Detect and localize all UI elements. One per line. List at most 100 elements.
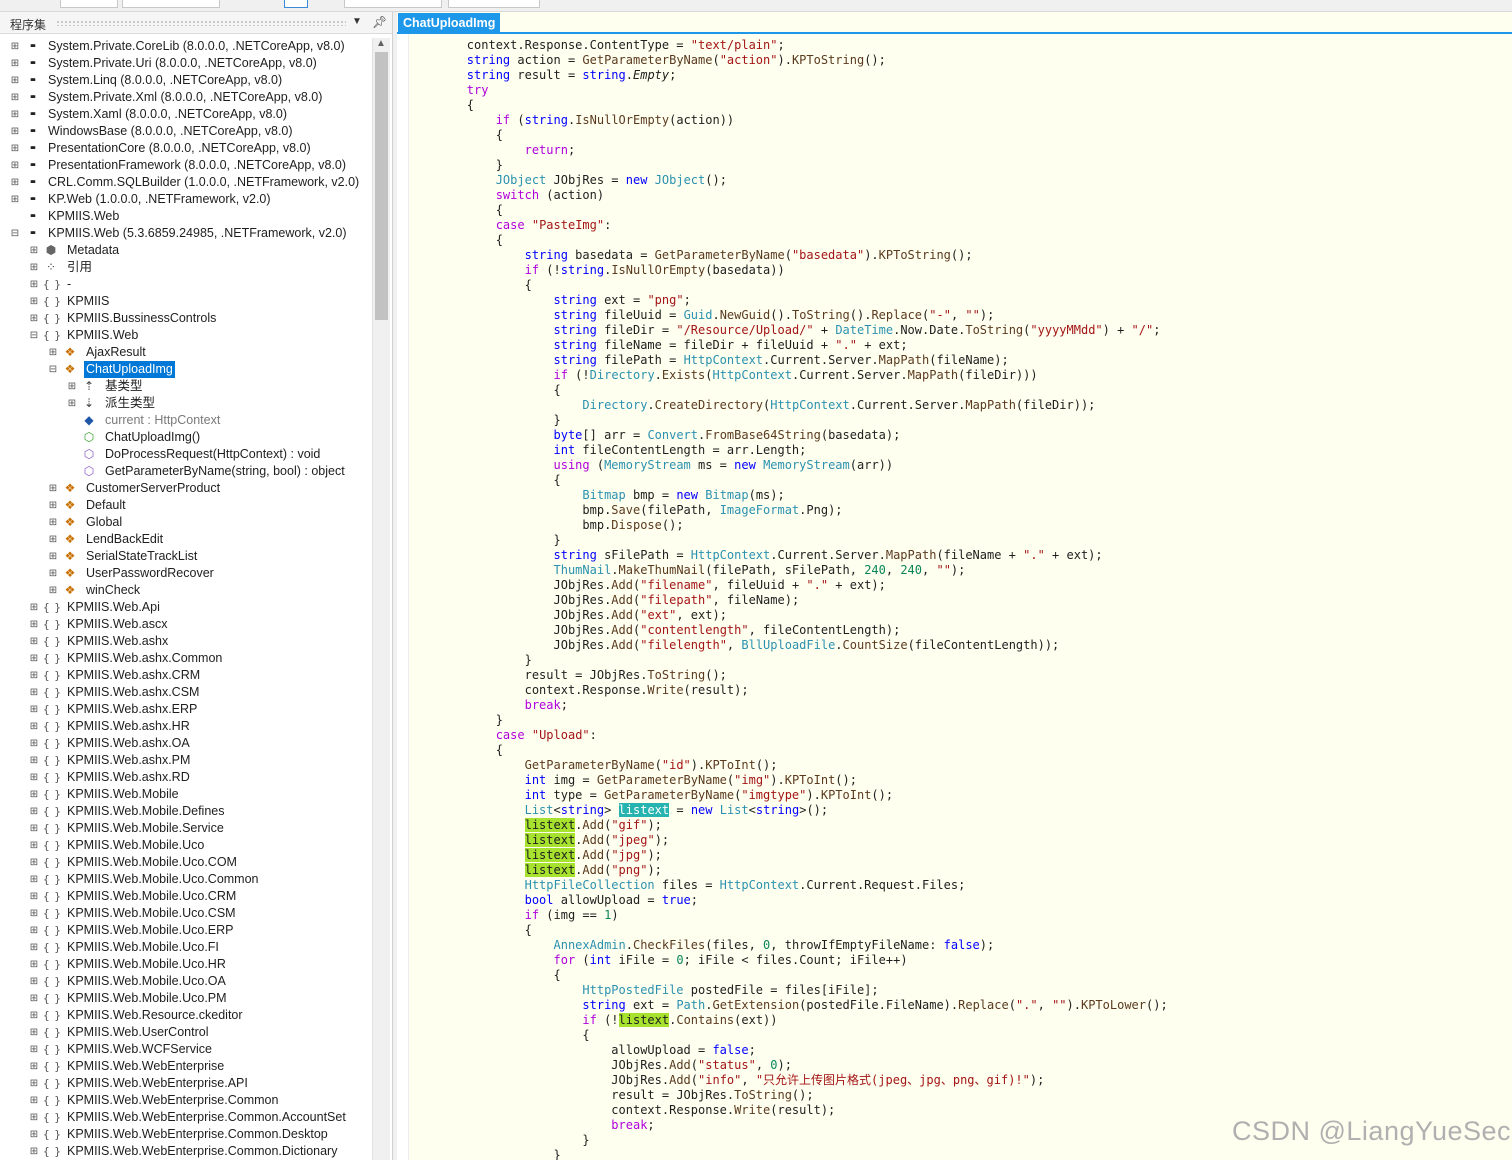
tree-item[interactable]: ⊞ { } KPMIIS.Web.ashx (0, 633, 372, 650)
expand-icon[interactable]: ⊞ (48, 514, 58, 531)
expand-icon[interactable]: ⊞ (29, 650, 39, 667)
tree-item[interactable]: ⊞ ▪▪ KP.Web (1.0.0.0, .NETFramework, v2.0) (0, 191, 372, 208)
expand-icon[interactable]: ⊞ (48, 548, 58, 565)
expand-icon[interactable]: ⊞ (29, 922, 39, 939)
expand-icon[interactable]: ⊞ (67, 378, 77, 395)
expand-icon[interactable]: ⊞ (29, 633, 39, 650)
tree-item[interactable]: ⊞ { } KPMIIS (0, 293, 372, 310)
expand-icon[interactable]: ⊞ (29, 1041, 39, 1058)
tree-item[interactable]: ⊞ { } KPMIIS.Web.ashx.ERP (0, 701, 372, 718)
expand-icon[interactable]: ⊞ (67, 395, 77, 412)
tree-item[interactable]: ⊞ { } KPMIIS.Web.WebEnterprise.Common.Dict… (0, 1143, 372, 1160)
tree-item[interactable]: ⊞ { } KPMIIS.Web.WebEnterprise (0, 1058, 372, 1075)
tree-item[interactable]: ⊞ { } KPMIIS.Web.ashx.RD (0, 769, 372, 786)
expand-icon[interactable]: ⊞ (10, 106, 20, 123)
expand-icon[interactable]: ⊞ (29, 310, 39, 327)
expand-icon[interactable]: ⊞ (29, 837, 39, 854)
expand-icon[interactable]: ⊞ (10, 157, 20, 174)
toolbar-control[interactable] (284, 0, 308, 8)
tree-item[interactable]: ⊞ { } KPMIIS.Web.Api (0, 599, 372, 616)
expand-icon[interactable]: ⊞ (29, 599, 39, 616)
tree-item[interactable]: ◆ current : HttpContext (0, 412, 372, 429)
collapse-icon[interactable]: ⊟ (48, 361, 58, 378)
expand-icon[interactable]: ⊞ (29, 276, 39, 293)
tree-item[interactable]: ⊞ ❖ Global (0, 514, 372, 531)
tree-item[interactable]: ⊞ ▪▪ CRL.Comm.SQLBuilder (1.0.0.0, .NETFra… (0, 174, 372, 191)
expand-icon[interactable]: ⊞ (48, 582, 58, 599)
tree-item[interactable]: ⊞ { } KPMIIS.Web.ashx.HR (0, 718, 372, 735)
pin-icon[interactable]: 📌︎ (372, 15, 387, 29)
expand-icon[interactable]: ⊞ (48, 480, 58, 497)
expand-icon[interactable]: ⊞ (48, 344, 58, 361)
expand-icon[interactable]: ⊞ (29, 956, 39, 973)
collapse-icon[interactable]: ⊟ (10, 225, 20, 242)
scroll-up-icon[interactable]: ▲ (376, 38, 386, 49)
tree-item[interactable]: ⊞ ▪▪ PresentationCore (8.0.0.0, .NETCoreAp… (0, 140, 372, 157)
expand-icon[interactable]: ⊞ (10, 191, 20, 208)
tree-item[interactable]: ⊞ ❖ UserPasswordRecover (0, 565, 372, 582)
tree-item[interactable]: ⊞ ▪▪ System.Private.Uri (8.0.0.0, .NETCore… (0, 55, 372, 72)
tree-item[interactable]: ⊞ { } KPMIIS.Web.Mobile.Uco.CRM (0, 888, 372, 905)
toolbar-control[interactable] (60, 0, 118, 8)
tree-item[interactable]: ⊞ { } KPMIIS.Web.WebEnterprise.API (0, 1075, 372, 1092)
tree-item[interactable]: ⊞ { } KPMIIS.Web.Mobile.Uco.COM (0, 854, 372, 871)
expand-icon[interactable]: ⊞ (29, 871, 39, 888)
tree-item[interactable]: ⊞ ▪▪ WindowsBase (8.0.0.0, .NETCoreApp, v8… (0, 123, 372, 140)
expand-icon[interactable]: ⊞ (29, 684, 39, 701)
tree-item[interactable]: ⊞ { } KPMIIS.Web.ashx.CSM (0, 684, 372, 701)
expand-icon[interactable]: ⊞ (29, 990, 39, 1007)
tree-item[interactable]: ⬡ GetParameterByName(string, bool) : obje… (0, 463, 372, 480)
tree-item[interactable]: ⊞ { } KPMIIS.Web.Mobile (0, 786, 372, 803)
scrollbar-thumb[interactable] (375, 52, 388, 320)
expand-icon[interactable]: ⊞ (29, 905, 39, 922)
expand-icon[interactable]: ⊞ (10, 55, 20, 72)
tree-item[interactable]: ⊞ { } KPMIIS.Web.Mobile.Uco.Common (0, 871, 372, 888)
tree-item[interactable]: ⊞ ❖ winCheck (0, 582, 372, 599)
tree-item[interactable]: ⊟ { } KPMIIS.Web (0, 327, 372, 344)
expand-icon[interactable]: ⊞ (29, 1007, 39, 1024)
expand-icon[interactable]: ⊞ (29, 939, 39, 956)
tree-item[interactable]: ⊞ { } KPMIIS.Web.WebEnterprise.Common.Acco… (0, 1109, 372, 1126)
expand-icon[interactable]: ⊞ (29, 752, 39, 769)
toolbar-control[interactable] (448, 0, 540, 8)
tree-item[interactable]: ⊞ { } KPMIIS.Web.Mobile.Uco.FI (0, 939, 372, 956)
expand-icon[interactable]: ⊞ (29, 735, 39, 752)
tree-item[interactable]: ⊞ { } KPMIIS.BussinessControls (0, 310, 372, 327)
expand-icon[interactable]: ⊞ (10, 38, 20, 55)
expand-icon[interactable]: ⊞ (29, 667, 39, 684)
tree-item[interactable]: ⊞ { } KPMIIS.Web.Resource.ckeditor (0, 1007, 372, 1024)
tree-item[interactable]: ⊞ ❖ CustomerServerProduct (0, 480, 372, 497)
tree-item[interactable]: ⊞ ⬢ Metadata (0, 242, 372, 259)
tree-item[interactable]: ⊞ ▪▪ System.Linq (8.0.0.0, .NETCoreApp, v8… (0, 72, 372, 89)
tree-item[interactable]: ⬡ ChatUploadImg() (0, 429, 372, 446)
expand-icon[interactable]: ⊞ (10, 174, 20, 191)
tree-item[interactable]: ⊞ ⇣ 派生类型 (0, 395, 372, 412)
chevron-down-icon[interactable]: ▼ (352, 16, 362, 27)
tree-item[interactable]: ⊞ { } KPMIIS.Web.ashx.OA (0, 735, 372, 752)
expand-icon[interactable]: ⊞ (29, 1126, 39, 1143)
expand-icon[interactable]: ⊞ (29, 1092, 39, 1109)
tree-item[interactable]: ⊞ ▪▪ System.Private.Xml (8.0.0.0, .NETCore… (0, 89, 372, 106)
expand-icon[interactable]: ⊞ (10, 140, 20, 157)
expand-icon[interactable]: ⊞ (48, 497, 58, 514)
tree-item[interactable]: ⊞ ❖ LendBackEdit (0, 531, 372, 548)
tab-chatuploadimg[interactable]: ChatUploadImg (398, 13, 501, 33)
tree-item[interactable]: ⬡ DoProcessRequest(HttpContext) : void (0, 446, 372, 463)
expand-icon[interactable]: ⊞ (29, 1109, 39, 1126)
tree-item[interactable]: ⊞ ⇡ 基类型 (0, 378, 372, 395)
expand-icon[interactable]: ⊞ (29, 242, 39, 259)
tree-item[interactable]: ⊞ ❖ Default (0, 497, 372, 514)
tree-item[interactable]: ⊞ { } KPMIIS.Web.Mobile.Defines (0, 803, 372, 820)
tree-item[interactable]: ⊞ ❖ AjaxResult (0, 344, 372, 361)
tree-item[interactable]: ⊞ { } KPMIIS.Web.ashx.PM (0, 752, 372, 769)
toolbar-control[interactable] (344, 0, 442, 8)
tree-item[interactable]: ⊞ { } KPMIIS.Web.WebEnterprise.Common.Desk… (0, 1126, 372, 1143)
expand-icon[interactable]: ⊞ (29, 769, 39, 786)
tree-scrollbar[interactable]: ▲ (372, 38, 390, 1160)
expand-icon[interactable]: ⊞ (10, 89, 20, 106)
expand-icon[interactable]: ⊞ (10, 72, 20, 89)
tree-item[interactable]: ⊞ { } KPMIIS.Web.Mobile.Uco.ERP (0, 922, 372, 939)
expand-icon[interactable]: ⊞ (10, 123, 20, 140)
expand-icon[interactable]: ⊞ (29, 786, 39, 803)
tree-item[interactable]: ⊟ ▪▪ KPMIIS.Web (5.3.6859.24985, .NETFrame… (0, 225, 372, 242)
